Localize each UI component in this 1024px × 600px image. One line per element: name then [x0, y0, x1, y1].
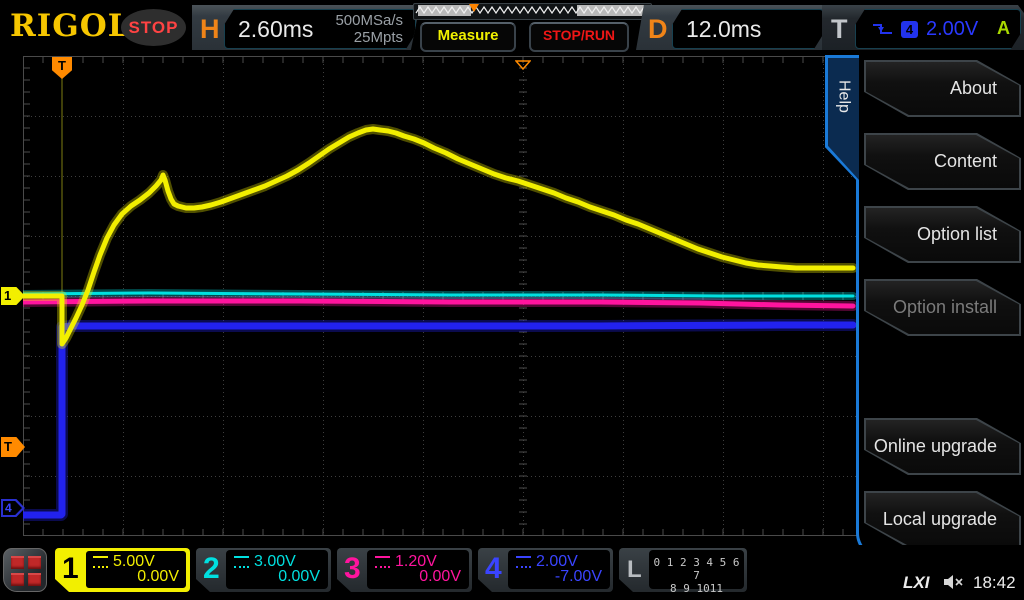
memory-depth: 25Mpts — [353, 29, 403, 46]
rigol-logo: RIGOL — [10, 8, 131, 44]
channel-box-1[interactable]: 1 5.00V 0.00V — [55, 548, 190, 592]
red-grid-icon — [11, 573, 24, 586]
lxi-logo: LXI — [903, 573, 930, 592]
horizontal-box[interactable]: 2.60ms 500MSa/s 25Mpts — [224, 9, 416, 49]
delay-box[interactable]: 12.0ms — [672, 9, 824, 49]
speaker-mute-icon — [944, 574, 964, 595]
logic-label: L — [627, 556, 642, 583]
channel-number: 2 — [203, 552, 220, 585]
channel-offset: -7.00V — [554, 568, 602, 585]
stop-run-button[interactable]: STOP/RUN — [529, 22, 629, 52]
menu-item-label: Content — [866, 135, 1019, 188]
trigger-mode: A — [997, 18, 1010, 38]
channel-values: 1.20V 0.00V — [367, 550, 469, 589]
strip-trigger-marker-icon — [469, 4, 479, 12]
red-grid-icon — [11, 556, 24, 569]
channel-values: 2.00V -7.00V — [508, 550, 610, 589]
channel-number: 4 — [485, 552, 502, 585]
strip-waveform — [415, 5, 645, 15]
dc-coupling-icon — [234, 556, 249, 568]
help-tab-label: Help — [835, 80, 853, 113]
channel-box-3[interactable]: 3 1.20V 0.00V — [337, 548, 472, 592]
delay-value: 12.0ms — [686, 16, 762, 42]
clock: 18:42 — [973, 573, 1016, 592]
trigger-box[interactable]: 4 2.00V A — [855, 9, 1021, 49]
menu-item-option-install[interactable]: Option install — [864, 279, 1021, 336]
logic-digits: 0 1 2 3 4 5 6 7 8 9 1011 12131415 — [649, 550, 744, 589]
menu-item-label: Online upgrade — [866, 420, 1019, 473]
trigger-level-value: 2.00V — [926, 17, 979, 40]
measure-button[interactable]: Measure — [420, 22, 516, 52]
ch4-trace — [19, 321, 857, 519]
channel-offset: 0.00V — [419, 568, 461, 585]
menu-item-online-upgrade[interactable]: Online upgrade — [864, 418, 1021, 475]
channel-box-4[interactable]: 4 2.00V -7.00V — [478, 548, 613, 592]
channel-box-2[interactable]: 2 3.00V 0.00V — [196, 548, 331, 592]
acquisition-info: 500MSa/s 25Mpts — [335, 12, 403, 46]
trigger-source-badge: 4 — [901, 21, 918, 38]
red-grid-icon — [28, 556, 41, 569]
memory-position-strip[interactable] — [413, 3, 652, 20]
channel-number: 1 — [62, 552, 79, 585]
oscilloscope-screen: 1 T 4 T RIGOL STOP H 2.60ms 500MSa/s 25M… — [0, 0, 1024, 600]
horizontal-label: H — [200, 14, 220, 44]
menu-item-content[interactable]: Content — [864, 133, 1021, 190]
trigger-falling-edge-icon — [872, 21, 893, 37]
channel-values: 3.00V 0.00V — [226, 550, 328, 589]
menu-item-option-list[interactable]: Option list — [864, 206, 1021, 263]
trigger-group[interactable]: T 4 2.00V A — [822, 5, 1024, 50]
delay-label: D — [648, 14, 668, 44]
delay-group[interactable]: D 12.0ms — [636, 5, 832, 50]
ch4-level-marker[interactable]: 4 — [1, 499, 25, 517]
menu-item-label: About — [866, 62, 1019, 115]
menu-item-label: Local upgrade — [866, 493, 1019, 546]
menu-item-label: Option list — [866, 208, 1019, 261]
logic-digits-row2: 8 9 1011 12131415 — [670, 582, 723, 595]
dc-coupling-icon — [375, 556, 390, 568]
horizontal-group[interactable]: H 2.60ms 500MSa/s 25Mpts — [192, 5, 420, 50]
ch1-level-marker[interactable]: 1 — [1, 287, 25, 305]
top-status-bar: RIGOL STOP H 2.60ms 500MSa/s 25Mpts Meas… — [0, 0, 1024, 55]
menu-item-label: Option install — [866, 281, 1019, 334]
help-menu-panel: About Content Option list Option install Onl… — [856, 55, 1024, 559]
logic-digits-row1: 0 1 2 3 4 5 6 7 — [653, 556, 740, 582]
center-trigger-triangle-icon — [514, 57, 532, 75]
channel-offset: 0.00V — [278, 568, 320, 585]
trigger-level-marker[interactable]: T — [1, 437, 25, 457]
run-state-badge: STOP — [121, 9, 186, 46]
red-grid-icon — [28, 573, 41, 586]
bottom-status-bar: 1 5.00V 0.00V 2 3.00V 0.00V 3 1.20V 0.00V 4 2.00V -… — [0, 545, 1024, 600]
dc-coupling-icon — [93, 556, 108, 568]
channel-number: 3 — [344, 552, 361, 585]
channel-menu-button[interactable] — [3, 548, 47, 592]
sample-rate: 500MSa/s — [335, 12, 403, 29]
ch4-level-marker-label: 4 — [3, 501, 22, 515]
menu-item-local-upgrade[interactable]: Local upgrade — [864, 491, 1021, 548]
timebase-scale: 2.60ms — [238, 16, 314, 42]
logic-channels-box[interactable]: L 0 1 2 3 4 5 6 7 8 9 1011 12131415 — [619, 548, 747, 592]
ch4-trace-fuzz — [17, 319, 859, 521]
channel-values: 5.00V 0.00V — [85, 550, 187, 589]
dc-coupling-icon — [516, 556, 531, 568]
trigger-label: T — [831, 14, 848, 44]
menu-item-about[interactable]: About — [864, 60, 1021, 117]
channel-offset: 0.00V — [137, 568, 179, 585]
